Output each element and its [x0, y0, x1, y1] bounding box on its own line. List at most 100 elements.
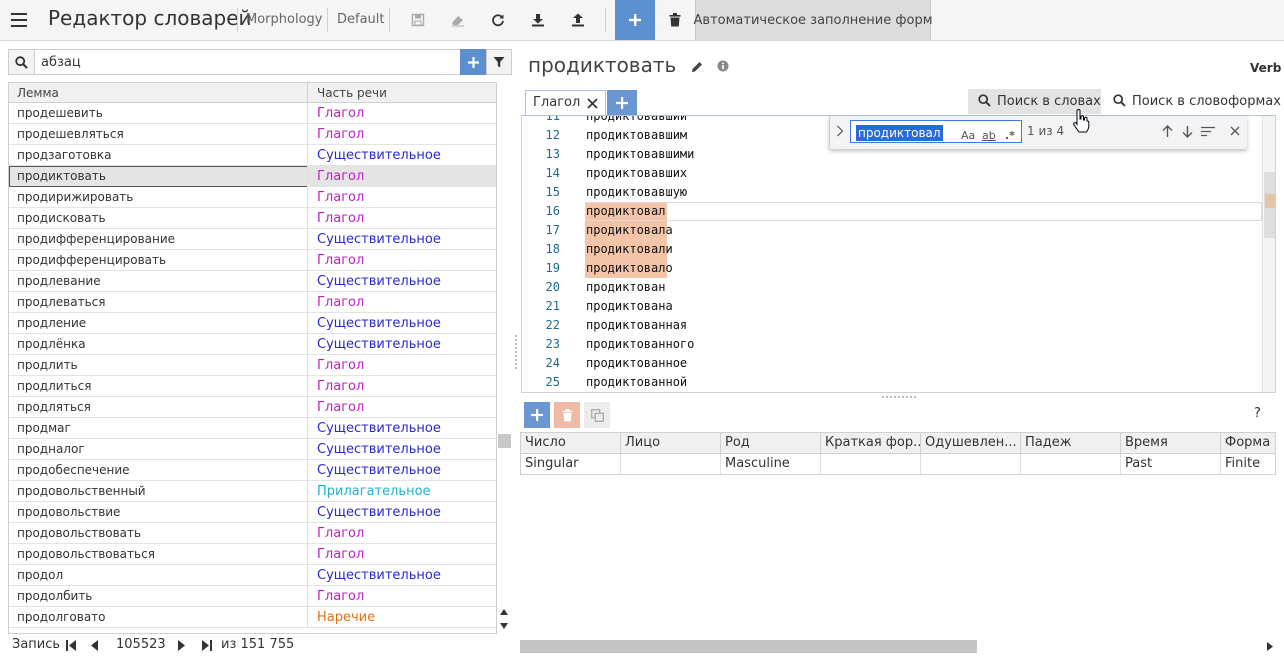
- delete-entry-button[interactable]: [656, 0, 694, 40]
- clear-button[interactable]: [439, 0, 477, 40]
- add-lemma-button[interactable]: [460, 49, 486, 75]
- grammeme-value[interactable]: [1021, 454, 1121, 474]
- wordform-text[interactable]: продиктовало: [586, 261, 673, 275]
- table-row[interactable]: продолбить Глагол: [9, 586, 496, 607]
- lemma-cell[interactable]: продлить: [17, 358, 78, 372]
- horizontal-splitter[interactable]: [882, 396, 916, 399]
- copy-property-button[interactable]: [584, 402, 610, 428]
- breadcrumb-default[interactable]: Default: [337, 12, 385, 27]
- pos-cell[interactable]: Глагол: [317, 547, 364, 562]
- save-button[interactable]: [399, 0, 437, 40]
- table-row[interactable]: продисковать Глагол: [9, 208, 496, 229]
- grid-scrollbar-thumb[interactable]: [498, 434, 511, 448]
- table-row[interactable]: продиктовать Глагол: [9, 166, 496, 187]
- help-icon[interactable]: ?: [1254, 406, 1261, 421]
- pos-cell[interactable]: Существительное: [317, 337, 441, 352]
- last-record-icon[interactable]: [202, 640, 212, 651]
- table-row[interactable]: продифференцирование Существительное: [9, 229, 496, 250]
- table-row[interactable]: продмаг Существительное: [9, 418, 496, 439]
- column-header-pos[interactable]: Часть речи: [317, 86, 387, 100]
- lemma-cell[interactable]: продисковать: [17, 211, 106, 225]
- table-row[interactable]: продлиться Глагол: [9, 376, 496, 397]
- add-tab-button[interactable]: [607, 90, 637, 115]
- lemma-cell[interactable]: продолговато: [17, 610, 106, 624]
- tab-verb[interactable]: Глагол: [525, 90, 606, 115]
- pos-cell[interactable]: Прилагательное: [317, 484, 431, 499]
- lemma-cell[interactable]: продовольствоваться: [17, 547, 155, 561]
- add-entry-button[interactable]: [615, 0, 655, 40]
- upload-button[interactable]: [559, 0, 597, 40]
- scroll-down-icon[interactable]: [500, 623, 508, 629]
- find-close-button[interactable]: [1227, 123, 1243, 139]
- column-header-lemma[interactable]: Лемма: [17, 86, 59, 100]
- pos-cell[interactable]: Существительное: [317, 463, 441, 478]
- editor-line[interactable]: 22 продиктованная: [522, 316, 1262, 335]
- grammeme-header[interactable]: Краткая фор...: [821, 433, 921, 454]
- lemma-cell[interactable]: продлеваться: [17, 295, 105, 309]
- grammeme-value[interactable]: [621, 454, 721, 474]
- wordform-text[interactable]: продиктованное: [586, 356, 687, 370]
- pos-cell[interactable]: Глагол: [317, 169, 364, 184]
- find-input[interactable]: продиктовал Aa ab .*: [850, 120, 1022, 143]
- table-row[interactable]: продлить Глагол: [9, 355, 496, 376]
- wordform-text[interactable]: продиктованная: [586, 318, 687, 332]
- wordform-text[interactable]: продиктовали: [586, 242, 673, 256]
- pos-cell[interactable]: Глагол: [317, 295, 364, 310]
- editor-line[interactable]: 24 продиктованное: [522, 354, 1262, 373]
- scroll-right-icon[interactable]: [1267, 642, 1273, 651]
- download-button[interactable]: [519, 0, 557, 40]
- lemma-cell[interactable]: продирижировать: [17, 190, 133, 204]
- wordform-text[interactable]: продиктовавших: [586, 166, 687, 180]
- autofill-forms-button[interactable]: Автоматическое заполнение форм: [694, 0, 933, 40]
- table-row[interactable]: продовольственный Прилагательное: [9, 481, 496, 502]
- lemma-search-input[interactable]: [34, 49, 468, 75]
- editor-line[interactable]: 18 продиктовали: [522, 240, 1262, 259]
- pos-cell[interactable]: Глагол: [317, 253, 364, 268]
- lemma-cell[interactable]: продлиться: [17, 379, 91, 393]
- wordform-text[interactable]: продиктован: [586, 280, 665, 294]
- table-row[interactable]: продобеспечение Существительное: [9, 460, 496, 481]
- grammeme-header[interactable]: Одушевлен...: [921, 433, 1021, 454]
- wordform-text[interactable]: продиктовала: [586, 223, 673, 237]
- table-row[interactable]: продовольствовать Глагол: [9, 523, 496, 544]
- menu-icon[interactable]: [4, 8, 34, 32]
- table-row[interactable]: продляться Глагол: [9, 397, 496, 418]
- grammeme-value[interactable]: Singular: [521, 454, 621, 474]
- grammeme-value[interactable]: Past: [1121, 454, 1221, 474]
- editor-line[interactable]: 23 продиктованного: [522, 335, 1262, 354]
- wordform-text[interactable]: продиктованной: [586, 375, 687, 389]
- editor-line[interactable]: 17 продиктовала: [522, 221, 1262, 240]
- next-record-icon[interactable]: [178, 640, 185, 651]
- editor-scrollbar[interactable]: [1262, 116, 1275, 392]
- wordform-text[interactable]: продиктовавшими: [586, 147, 694, 161]
- pos-cell[interactable]: Глагол: [317, 526, 364, 541]
- grammeme-header[interactable]: Лицо: [621, 433, 721, 454]
- lemma-cell[interactable]: продолбить: [17, 589, 92, 603]
- wordform-text[interactable]: продиктованного: [586, 337, 694, 351]
- lemma-cell[interactable]: продобеспечение: [17, 463, 130, 477]
- lemma-cell[interactable]: продлевание: [17, 274, 101, 288]
- lemma-cell[interactable]: продлёнка: [17, 337, 86, 351]
- table-row[interactable]: продолговато Наречие: [9, 607, 496, 628]
- prev-record-icon[interactable]: [91, 640, 98, 651]
- lemma-cell[interactable]: продмаг: [17, 421, 71, 435]
- match-case-toggle[interactable]: Aa: [961, 129, 975, 142]
- editor-line[interactable]: 19 продиктовало: [522, 259, 1262, 278]
- lemma-cell[interactable]: продифференцировать: [17, 253, 166, 267]
- pos-cell[interactable]: Глагол: [317, 589, 364, 604]
- pos-cell[interactable]: Глагол: [317, 127, 364, 142]
- wordform-text[interactable]: продиктовал: [586, 204, 665, 218]
- lemma-cell[interactable]: продзаготовка: [17, 148, 112, 162]
- editor-line[interactable]: 21 продиктована: [522, 297, 1262, 316]
- pos-cell[interactable]: Глагол: [317, 106, 364, 121]
- lemma-cell[interactable]: продналог: [17, 442, 85, 456]
- breadcrumb-morphology[interactable]: Morphology: [246, 12, 322, 27]
- pos-cell[interactable]: Существительное: [317, 232, 441, 247]
- grammeme-value[interactable]: [821, 454, 921, 474]
- grammeme-header[interactable]: Форма г: [1221, 433, 1275, 454]
- find-previous-button[interactable]: [1159, 123, 1175, 139]
- pos-cell[interactable]: Существительное: [317, 274, 441, 289]
- grammeme-header[interactable]: Время: [1121, 433, 1221, 454]
- grammeme-value[interactable]: Masculine: [721, 454, 821, 474]
- chevron-right-icon[interactable]: [836, 125, 844, 137]
